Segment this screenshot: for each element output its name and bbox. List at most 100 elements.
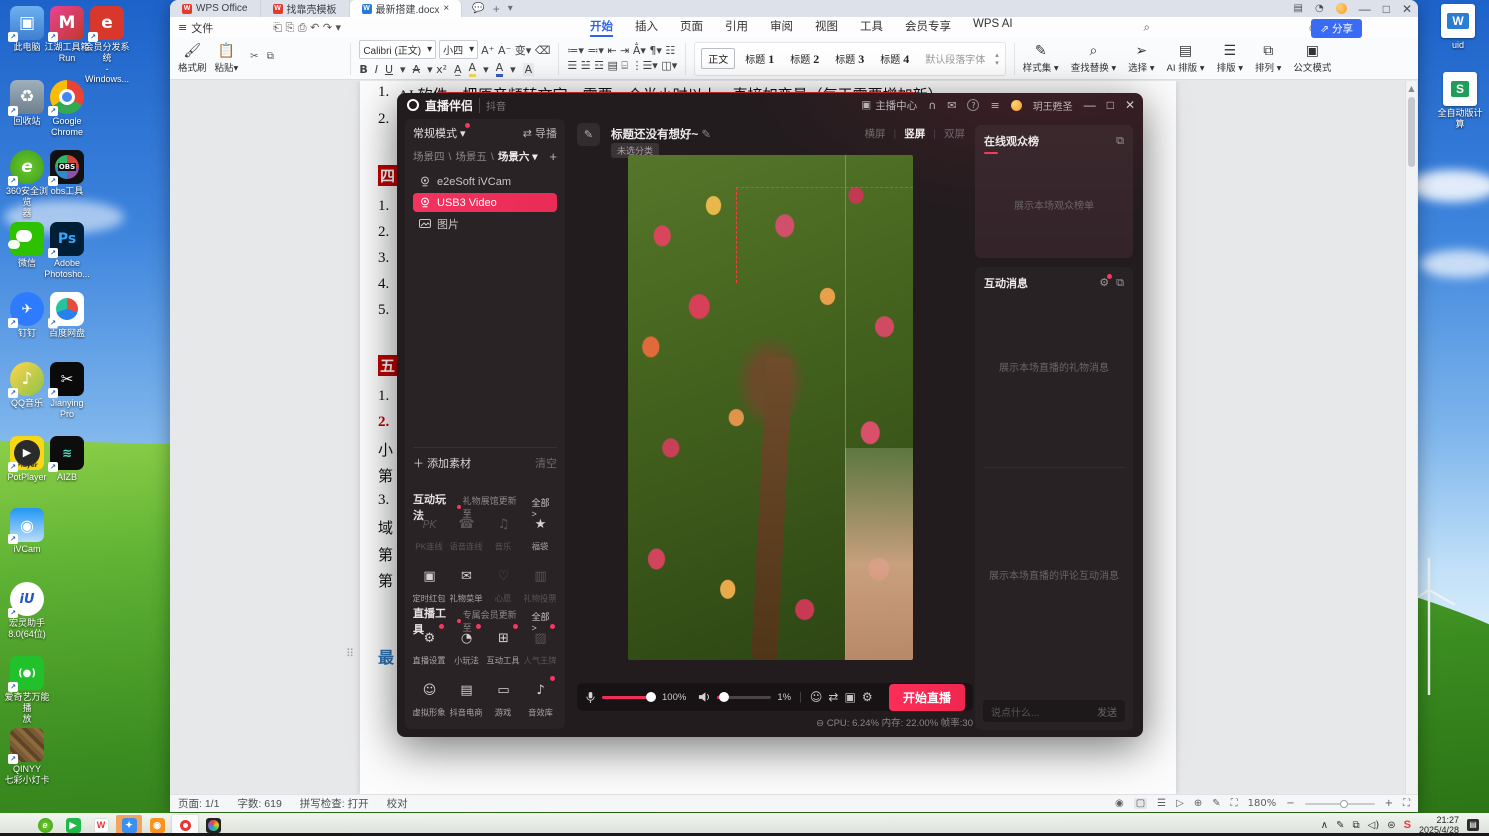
desktop-icon-worddoc[interactable]: Wuid bbox=[1432, 4, 1484, 51]
tray-display-icon[interactable]: ⧉ bbox=[1352, 820, 1359, 831]
interact-福袋[interactable]: ★ 福袋 bbox=[522, 511, 559, 553]
interact-音乐[interactable]: ♫ 音乐 bbox=[485, 511, 522, 553]
menu-item-工具[interactable]: 工具 bbox=[860, 18, 883, 37]
tools-音效库[interactable]: ♪ 音效库 bbox=[522, 676, 559, 719]
obs-app[interactable] bbox=[172, 815, 198, 836]
add-material-button[interactable]: ＋ 添加素材 bbox=[413, 455, 471, 471]
wps-minimize-button[interactable]: — bbox=[1359, 2, 1371, 16]
desktop-icon-baidupan[interactable]: 百度网盘 bbox=[44, 292, 90, 339]
web-view-icon[interactable]: ⊕ bbox=[1194, 798, 1202, 809]
scene-tab-场景五[interactable]: 场景五 bbox=[455, 149, 487, 164]
menu-item-WPS AI[interactable]: WPS AI bbox=[973, 18, 1013, 37]
desktop-icon-ivcam[interactable]: iVCam bbox=[4, 508, 50, 555]
desktop-icon-jianying[interactable]: ✂Jianying Pro bbox=[44, 362, 90, 420]
style-chip[interactable]: 正文 bbox=[701, 48, 736, 69]
paragraph-drag-handle[interactable]: ⠿ bbox=[346, 647, 354, 660]
menu-item-会员专享[interactable]: 会员专享 bbox=[905, 18, 951, 37]
menu-item-页面[interactable]: 页面 bbox=[680, 18, 703, 37]
notification-center-icon[interactable]: ▤ bbox=[1467, 819, 1479, 831]
messages-settings-icon[interactable]: ⚙ bbox=[1099, 274, 1113, 290]
desktop-icon-qinyy[interactable]: QINYY 七彩小灯卡 bbox=[4, 728, 50, 786]
tools-直播设置[interactable]: ⚙ 直播设置 bbox=[411, 624, 448, 667]
status-item[interactable]: 页面: 1/1 bbox=[178, 798, 219, 810]
menu-item-审阅[interactable]: 审阅 bbox=[770, 18, 793, 37]
source-item[interactable]: USB3 Video bbox=[413, 193, 557, 212]
new-tab-button[interactable]: + bbox=[493, 2, 500, 16]
live-companion[interactable]: ✦ bbox=[116, 815, 142, 836]
style-chip[interactable]: 标题 1 bbox=[739, 49, 780, 69]
zoom-slider[interactable] bbox=[1304, 799, 1375, 808]
zoom-in-button[interactable]: + bbox=[1385, 798, 1393, 809]
start-button[interactable] bbox=[4, 815, 30, 835]
scroll-up-arrow-icon[interactable]: ▲ bbox=[1406, 81, 1417, 93]
ribbon-group-公文模式[interactable]: ▣ 公文模式 bbox=[1293, 43, 1331, 74]
status-item[interactable]: 拼写检查: 打开 bbox=[300, 798, 369, 810]
eye-icon[interactable]: ◉ bbox=[1115, 798, 1124, 809]
play-view-icon[interactable]: ▷ bbox=[1176, 798, 1184, 809]
tools-小玩法[interactable]: ◔ 小玩法 bbox=[448, 624, 485, 667]
scene-tab-场景四[interactable]: 场景四 bbox=[413, 149, 445, 164]
menu-item-开始[interactable]: 开始 bbox=[590, 18, 613, 37]
comment-icon[interactable]: 💬 bbox=[472, 3, 484, 14]
wps-tab[interactable]: W 最新搭建.docx × bbox=[349, 0, 463, 17]
mic-slider[interactable] bbox=[602, 691, 657, 702]
settings-gear-icon[interactable]: ⚙ bbox=[862, 690, 873, 704]
paste-button[interactable]: 📋 粘贴▾ bbox=[215, 43, 239, 74]
chat-bubble-icon[interactable]: ✉ bbox=[947, 99, 956, 112]
stream-title[interactable]: 标题还没有想好~ ✎ bbox=[611, 126, 711, 142]
file-menu[interactable]: ≡ 文件 bbox=[178, 20, 213, 36]
selection-rect[interactable] bbox=[736, 187, 913, 283]
tray-360-icon[interactable]: S bbox=[1404, 819, 1411, 831]
edit-title-icon[interactable]: ✎ bbox=[577, 123, 600, 146]
chat-input[interactable]: 说点什么... 发送 bbox=[983, 700, 1125, 722]
desktop-icon-member[interactable]: e会员分发系统 -Windows... bbox=[84, 6, 130, 85]
search-icon[interactable]: ⌕ bbox=[1144, 20, 1150, 35]
outline-view-icon[interactable]: ☰ bbox=[1157, 798, 1166, 809]
menu-item-插入[interactable]: 插入 bbox=[635, 18, 658, 37]
stream-preview[interactable]: ✛ bbox=[628, 155, 913, 660]
ribbon-group-AI 排版[interactable]: ▤ AI 排版 ▾ bbox=[1167, 43, 1205, 74]
interact-语音连线[interactable]: ☎ 语音连线 bbox=[448, 511, 485, 553]
orange-app[interactable]: ◉ bbox=[144, 815, 170, 836]
scrollbar-thumb[interactable] bbox=[1408, 97, 1415, 167]
tray-settings-icon[interactable]: ⊜ bbox=[1387, 820, 1395, 831]
ribbon-group-排列[interactable]: ⧉ 排列 ▾ bbox=[1255, 43, 1281, 74]
desktop-icon-exceldoc[interactable]: S 全自动版计算 bbox=[1434, 72, 1486, 130]
popout-icon[interactable]: ⧉ bbox=[1116, 134, 1124, 148]
menu-icon[interactable]: ≡ bbox=[990, 99, 999, 112]
orientation-竖屏[interactable]: 竖屏 bbox=[904, 126, 925, 141]
desktop-icon-chrome[interactable]: Google Chrome bbox=[44, 80, 90, 138]
ribbon-group-排版[interactable]: ☰ 排版 ▾ bbox=[1217, 43, 1243, 74]
director-toggle[interactable]: ⇄ 导播 bbox=[523, 125, 557, 141]
source-item[interactable]: 图片 bbox=[413, 214, 557, 233]
microphone-icon[interactable] bbox=[585, 691, 596, 704]
interact-PK连线[interactable]: PK PK连线 bbox=[411, 511, 448, 553]
font-format-icons[interactable]: B I U ▾ A ▾ x² A̲ A ▾ A ▾ A bbox=[359, 61, 550, 77]
wps-tab[interactable]: W 找靠壳模板 bbox=[261, 0, 350, 17]
ribbon-group-选择[interactable]: ➢ 选择 ▾ bbox=[1128, 43, 1154, 74]
color-wheel-app[interactable] bbox=[200, 815, 226, 836]
desktop-icon-ps[interactable]: PsAdobe Photosho... bbox=[44, 222, 90, 280]
green-app[interactable]: ▶ bbox=[60, 815, 86, 836]
add-scene-button[interactable]: + bbox=[549, 149, 557, 164]
orientation-横屏[interactable]: 横屏 bbox=[865, 126, 886, 141]
desktop-icon-obs[interactable]: OBSobs工具 bbox=[44, 150, 90, 197]
desktop-icon-iqiyi[interactable]: (●)爱奇艺万能播 放 bbox=[4, 656, 50, 724]
source-item[interactable]: e2eSoft iVCam bbox=[413, 172, 557, 191]
headset-icon[interactable]: ∩ bbox=[928, 99, 936, 112]
live-close-button[interactable]: ✕ bbox=[1125, 98, 1135, 112]
clear-button[interactable]: 清空 bbox=[535, 455, 557, 471]
wps-close-button[interactable]: ✕ bbox=[1402, 2, 1412, 16]
desktop-icon-hong[interactable]: iU宏灵助手 8.0(64位) bbox=[4, 582, 50, 640]
live-minimize-button[interactable]: — bbox=[1084, 98, 1096, 112]
wps-user-avatar[interactable] bbox=[1335, 3, 1347, 14]
clipboard-small-icons[interactable]: ✂ ⧉ bbox=[246, 51, 342, 66]
tools-人气王牌[interactable]: ▨ 人气王牌 bbox=[522, 624, 559, 667]
font-name-select[interactable]: Calibri (正文) ▾ bbox=[359, 40, 437, 59]
font-grow-shrink-icons[interactable]: A⁺ A⁻ 变▾ ⌫ bbox=[481, 42, 550, 58]
zoom-level[interactable]: 180% bbox=[1248, 798, 1277, 809]
interact-心愿[interactable]: ♡ 心愿 bbox=[485, 563, 522, 605]
style-chip[interactable]: 标题 3 bbox=[829, 49, 870, 69]
gallery-scroll-arrows[interactable]: ▴ ▾ bbox=[995, 51, 999, 67]
start-live-button[interactable]: 开始直播 bbox=[888, 683, 965, 711]
